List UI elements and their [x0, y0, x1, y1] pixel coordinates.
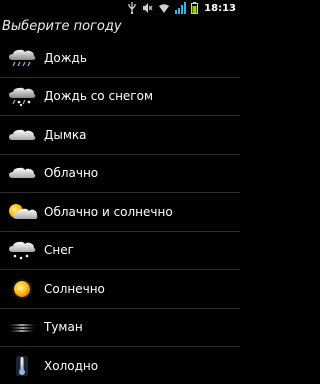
list-item-label: Облачно [44, 166, 99, 181]
haze-cloud-icon [6, 123, 38, 147]
list-item-rain[interactable]: Дождь [0, 39, 240, 78]
page-title: Выберите погоду [2, 19, 122, 34]
list-item-sunny[interactable]: Солнечно [0, 270, 240, 309]
list-item-label: Дождь со снегом [44, 89, 153, 104]
usb-icon [128, 2, 136, 14]
list-item-label: Облачно и солнечно [44, 204, 173, 219]
rain-cloud-icon [6, 46, 38, 70]
wifi-icon [159, 4, 170, 13]
cloud-icon [6, 161, 38, 185]
partly-sunny-icon [6, 200, 38, 224]
list-item-label: Холодно [44, 358, 99, 373]
snow-cloud-icon [6, 238, 38, 262]
list-item-partly-sunny[interactable]: Облачно и солнечно [0, 193, 240, 232]
list-item-sleet[interactable]: Дождь со снегом [0, 78, 240, 116]
screen: 18:13 Выберите погоду Дождь Дождь со сне… [0, 0, 240, 384]
status-bar: 18:13 [0, 0, 240, 16]
mute-icon [143, 3, 153, 13]
list-item-haze[interactable]: Дымка [0, 116, 240, 155]
list-item-snow[interactable]: Снег [0, 232, 240, 270]
list-item-label: Солнечно [44, 281, 105, 296]
weather-list: Дождь Дождь со снегом Дымка Облачно Обла… [0, 39, 240, 384]
list-item-label: Снег [44, 243, 74, 258]
list-item-cloudy[interactable]: Облачно [0, 155, 240, 193]
fog-icon [6, 315, 38, 339]
battery-icon [191, 2, 199, 14]
thermometer-cold-icon [6, 354, 38, 378]
list-item-label: Туман [44, 320, 83, 335]
list-item-cold[interactable]: Холодно [0, 347, 240, 384]
list-item-label: Дождь [44, 50, 87, 65]
list-item-fog[interactable]: Туман [0, 309, 240, 347]
signal-icon [175, 2, 187, 14]
sleet-cloud-icon [6, 84, 38, 108]
list-item-label: Дымка [44, 127, 87, 142]
status-time: 18:13 [204, 2, 236, 14]
sun-icon [6, 277, 38, 301]
